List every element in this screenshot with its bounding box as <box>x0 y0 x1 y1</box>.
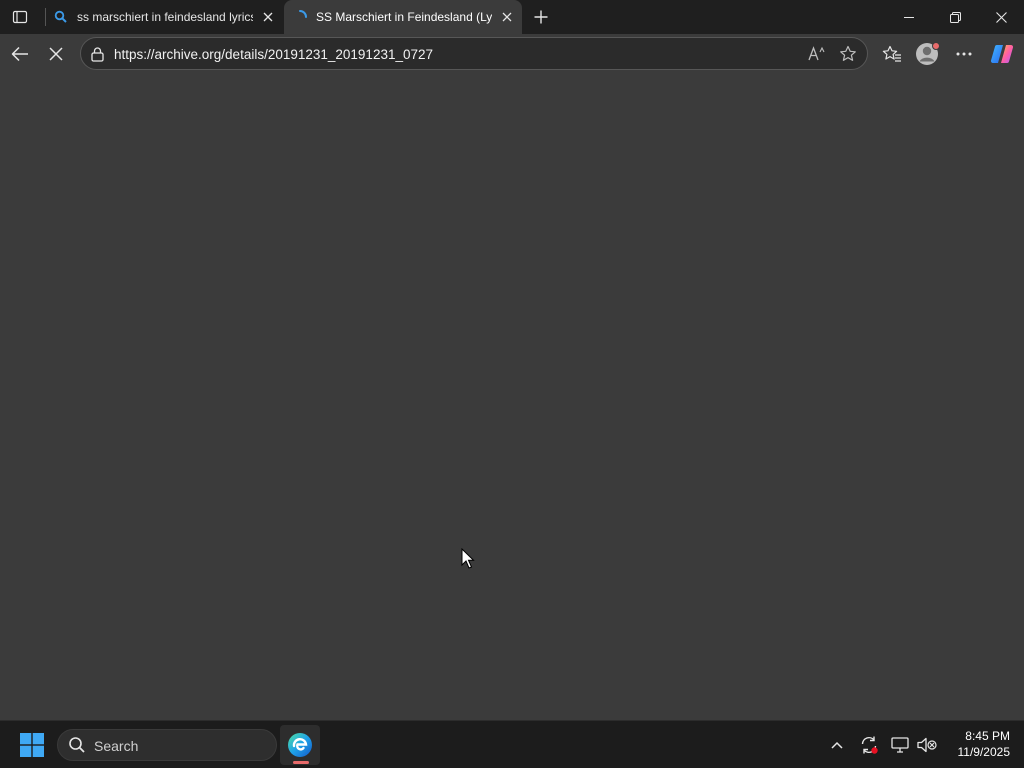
tab-title: ss marschiert in feindesland lyrics <box>77 10 253 24</box>
close-icon <box>263 12 273 22</box>
window-close-button[interactable] <box>978 0 1024 34</box>
plus-icon <box>534 10 548 24</box>
tray-update-button[interactable] <box>857 733 881 757</box>
windows-logo-icon <box>20 733 44 757</box>
page-content-area[interactable] <box>0 74 1024 720</box>
taskbar-edge-button[interactable] <box>280 725 320 765</box>
close-icon <box>49 47 63 61</box>
tab-search-results[interactable]: ss marschiert in feindesland lyrics <box>47 0 283 34</box>
avatar-icon <box>916 42 940 65</box>
stop-loading-button[interactable] <box>40 38 72 70</box>
copilot-icon <box>990 44 1014 64</box>
new-tab-button[interactable] <box>528 4 554 30</box>
minimize-button[interactable] <box>886 0 932 34</box>
tab-actions-button[interactable] <box>4 3 36 31</box>
settings-more-button[interactable] <box>948 38 980 70</box>
tab-strip: ss marschiert in feindesland lyrics SS M… <box>0 0 1024 34</box>
site-info-button[interactable] <box>87 44 107 64</box>
ellipsis-icon <box>956 52 972 56</box>
profile-button[interactable] <box>912 38 944 70</box>
copilot-button[interactable] <box>986 38 1018 70</box>
tab-actions-icon <box>12 10 28 24</box>
tab-close-button[interactable] <box>259 8 277 26</box>
mouse-cursor-icon <box>461 548 475 569</box>
taskbar: Search 8:45 PM 11/9/2025 <box>0 720 1024 768</box>
search-icon <box>69 737 85 753</box>
volume-muted-icon <box>917 737 937 753</box>
star-icon <box>840 45 856 61</box>
clock-time: 8:45 PM <box>965 729 1010 743</box>
network-icon <box>891 737 909 753</box>
running-app-indicator <box>293 761 309 764</box>
sync-icon <box>861 736 878 754</box>
chevron-up-icon <box>831 741 843 749</box>
lock-icon <box>90 46 104 62</box>
tab-separator <box>45 8 46 26</box>
back-button[interactable] <box>4 38 36 70</box>
edge-browser-icon <box>288 733 312 757</box>
url-text[interactable]: https://archive.org/details/20191231_201… <box>114 47 433 62</box>
favorites-button[interactable] <box>876 38 908 70</box>
arrow-left-icon <box>11 46 28 62</box>
search-icon <box>54 10 68 27</box>
tray-network-button[interactable] <box>888 733 912 757</box>
favorites-icon <box>882 45 901 62</box>
start-button[interactable] <box>12 727 52 763</box>
tab-active-page[interactable]: SS Marschiert in Feindesland (Lyrics) <box>284 0 522 34</box>
read-aloud-button[interactable] <box>805 43 829 65</box>
read-aloud-icon <box>808 46 825 61</box>
browser-toolbar: https://archive.org/details/20191231_201… <box>0 34 1024 74</box>
close-icon <box>995 11 1007 23</box>
clock-date: 11/9/2025 <box>957 745 1011 759</box>
search-placeholder: Search <box>94 738 139 754</box>
minimize-icon <box>904 17 914 18</box>
tray-volume-button[interactable] <box>915 733 939 757</box>
close-icon <box>502 12 512 22</box>
add-favorite-button[interactable] <box>836 43 860 65</box>
loading-spinner-icon <box>292 9 308 28</box>
tab-close-button[interactable] <box>498 8 516 26</box>
restore-button[interactable] <box>932 0 978 34</box>
address-bar[interactable]: https://archive.org/details/20191231_201… <box>80 37 868 70</box>
tab-title: SS Marschiert in Feindesland (Lyrics) <box>316 10 492 24</box>
taskbar-search-box[interactable]: Search <box>57 729 277 761</box>
show-hidden-icons-button[interactable] <box>825 733 849 757</box>
system-clock[interactable]: 8:45 PM 11/9/2025 <box>944 728 1011 760</box>
restore-icon <box>949 11 961 23</box>
